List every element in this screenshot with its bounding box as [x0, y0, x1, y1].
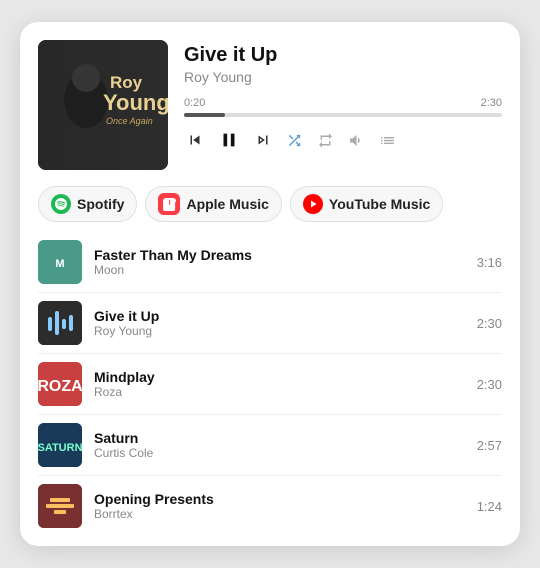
track-artist: Roy Young	[184, 69, 502, 85]
track-row-title-4: Opening Presents	[94, 491, 465, 507]
tab-spotify[interactable]: Spotify	[38, 186, 137, 222]
track-row-title-2: Mindplay	[94, 369, 465, 385]
track-thumb-4	[38, 484, 82, 528]
svg-text:Young: Young	[103, 90, 168, 115]
track-row-duration-3: 2:57	[477, 438, 502, 453]
track-thumb-0: M	[38, 240, 82, 284]
tab-youtube-music[interactable]: YouTube Music	[290, 186, 443, 222]
track-row-duration-4: 1:24	[477, 499, 502, 514]
track-title: Give it Up	[184, 44, 502, 67]
track-row-info-3: Saturn Curtis Cole	[94, 430, 465, 460]
track-list: M Faster Than My Dreams Moon 3:16	[38, 232, 502, 536]
total-time: 2:30	[481, 97, 502, 109]
track-row-title-3: Saturn	[94, 430, 465, 446]
track-row-duration-2: 2:30	[477, 377, 502, 392]
current-time: 0:20	[184, 97, 205, 109]
svg-text:ROZA: ROZA	[38, 378, 82, 395]
track-info: Give it Up Roy Young 0:20 2:30	[184, 40, 502, 170]
tab-apple-music[interactable]: Apple Music	[145, 186, 281, 222]
track-row-info-4: Opening Presents Borrtex	[94, 491, 465, 521]
playback-controls	[184, 127, 502, 153]
playlist-button[interactable]	[377, 130, 398, 151]
progress-bar[interactable]	[184, 113, 502, 117]
track-row-info-0: Faster Than My Dreams Moon	[94, 247, 465, 277]
track-row-artist-3: Curtis Cole	[94, 446, 465, 460]
track-thumb-1	[38, 301, 82, 345]
track-row-duration-1: 2:30	[477, 316, 502, 331]
shuffle-button[interactable]	[284, 130, 305, 151]
spotify-label: Spotify	[77, 196, 124, 212]
progress-bar-container[interactable]: 0:20 2:30	[184, 97, 502, 117]
youtube-music-icon	[303, 194, 323, 214]
rewind-button[interactable]	[184, 129, 206, 151]
album-art: Roy Young Once Again	[38, 40, 168, 170]
spotify-icon	[51, 194, 71, 214]
svg-text:SATURN: SATURN	[38, 442, 82, 454]
progress-times: 0:20 2:30	[184, 97, 502, 109]
now-playing-section: Roy Young Once Again Give it Up Roy Youn…	[38, 40, 502, 170]
track-row-artist-0: Moon	[94, 263, 465, 277]
youtube-music-label: YouTube Music	[329, 196, 430, 212]
pause-button[interactable]	[216, 127, 242, 153]
track-row-title-0: Faster Than My Dreams	[94, 247, 465, 263]
track-row[interactable]: Give it Up Roy Young 2:30	[38, 293, 502, 354]
repeat-button[interactable]	[315, 130, 336, 151]
track-row[interactable]: M Faster Than My Dreams Moon 3:16	[38, 232, 502, 293]
apple-music-label: Apple Music	[186, 196, 268, 212]
svg-text:Once Again: Once Again	[106, 116, 153, 126]
track-row-artist-4: Borrtex	[94, 507, 465, 521]
progress-fill	[184, 113, 225, 117]
track-row-artist-2: Roza	[94, 385, 465, 399]
track-row-info-1: Give it Up Roy Young	[94, 308, 465, 338]
track-row-duration-0: 3:16	[477, 255, 502, 270]
track-thumb-2: ROZA	[38, 362, 82, 406]
volume-button[interactable]	[346, 130, 367, 151]
track-thumb-3: SATURN	[38, 423, 82, 467]
track-row-title-1: Give it Up	[94, 308, 465, 324]
svg-text:M: M	[55, 258, 64, 270]
service-tabs: Spotify Apple Music YouTube Music	[38, 186, 502, 222]
track-row[interactable]: Opening Presents Borrtex 1:24	[38, 476, 502, 536]
main-card: Roy Young Once Again Give it Up Roy Youn…	[20, 22, 520, 546]
track-row-info-2: Mindplay Roza	[94, 369, 465, 399]
track-row-artist-1: Roy Young	[94, 324, 465, 338]
track-row[interactable]: SATURN Saturn Curtis Cole 2:57	[38, 415, 502, 476]
apple-music-icon	[158, 193, 180, 215]
fastforward-button[interactable]	[252, 129, 274, 151]
track-row[interactable]: ROZA Mindplay Roza 2:30	[38, 354, 502, 415]
